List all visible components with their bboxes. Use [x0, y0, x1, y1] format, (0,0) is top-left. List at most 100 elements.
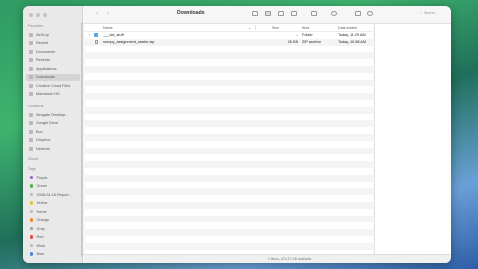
search-icon: ⌕: [420, 11, 423, 15]
sidebar-header-locations: Locations: [28, 104, 44, 108]
forward-button[interactable]: ›: [107, 11, 109, 17]
sidebar-item[interactable]: Home: [26, 208, 80, 215]
sidebar-item-label: Applications: [36, 66, 57, 71]
sidebar-item-label: Google Drive: [36, 121, 59, 125]
sidebar-item-label: Gray: [36, 226, 45, 231]
status-text: 2 items, 474.37 GB available: [268, 257, 312, 261]
sidebar-item[interactable]: Seagate Desktop...: [26, 111, 80, 118]
sidebar-item[interactable]: Orange: [26, 217, 80, 224]
empty-row: [85, 209, 373, 216]
drive-icon: [29, 121, 33, 125]
empty-row: [85, 182, 373, 189]
back-button[interactable]: ‹: [96, 11, 98, 17]
sidebar-item[interactable]: Recents: [26, 57, 80, 64]
empty-row: [85, 106, 373, 114]
sidebar-item-label: Seagate Desktop...: [36, 112, 69, 117]
column-divider: [255, 25, 256, 30]
sidebar-item[interactable]: Gray: [26, 225, 80, 232]
tag-dot-icon: [29, 201, 33, 205]
file-row[interactable]: numpy_assignment_starter.zip 26 KB ZIP arc…: [85, 38, 373, 46]
minimize-window-button[interactable]: [36, 13, 40, 17]
empty-row: [85, 215, 373, 223]
sidebar-item-label: Downloads: [36, 75, 55, 79]
empty-row: [85, 242, 373, 250]
sidebar-item-label: Recents: [36, 58, 50, 62]
sidebar-item-label: Creative Cloud Files: [36, 83, 71, 88]
search-field[interactable]: ⌕ Search: [420, 11, 435, 15]
empty-row: [85, 86, 373, 93]
file-date-added: Today, 10:38 AM: [338, 39, 367, 44]
status-bar: 2 items, 474.37 GB available: [84, 254, 451, 263]
sidebar-item[interactable]: Documents: [26, 48, 80, 55]
sidebar-item-label: Recent: [36, 41, 49, 45]
sort-chevron-icon[interactable]: ⌄: [248, 26, 251, 30]
icon-view-icon[interactable]: [252, 11, 258, 16]
sidebar-item[interactable]: Creative Cloud Files: [26, 82, 80, 89]
window-title: Downloads: [177, 10, 205, 16]
sidebar-item[interactable]: Blue: [26, 251, 80, 258]
clock-icon: [29, 41, 33, 45]
sidebar-item[interactable]: Dropbox: [26, 137, 80, 144]
sidebar-item[interactable]: AirDrop: [26, 31, 80, 38]
group-by-icon[interactable]: [311, 11, 317, 16]
empty-row: [85, 147, 373, 155]
file-size: 26 KB: [287, 39, 298, 44]
action-menu-icon[interactable]: [331, 11, 337, 16]
empty-row: [85, 120, 373, 128]
sidebar-item[interactable]: Yellow: [26, 200, 80, 207]
list-view-icon[interactable]: [265, 11, 271, 16]
tag-dot-icon: [29, 235, 33, 239]
clock-icon: [29, 58, 33, 62]
file-name: ___old_stuff: [103, 33, 124, 38]
sidebar-item-label: Box: [36, 129, 43, 134]
sidebar-item[interactable]: Google Drive: [26, 120, 80, 127]
empty-row: [85, 174, 373, 182]
file-row[interactable]: › ___old_stuff -- Folder Today, 11:29 AM: [85, 32, 373, 39]
sidebar-scrollbar[interactable]: [81, 22, 83, 257]
tag-dot-icon: [29, 226, 33, 231]
sidebar-item[interactable]: 2008-04-18-Report...: [26, 191, 80, 198]
disclosure-triangle-icon[interactable]: ›: [89, 33, 90, 37]
column-kind-header[interactable]: Kind: [302, 26, 309, 30]
file-kind: Folder: [302, 33, 313, 38]
sidebar-item[interactable]: Box: [26, 128, 80, 135]
sidebar-item[interactable]: Green: [26, 183, 80, 190]
sidebar-item[interactable]: Red: [26, 234, 80, 241]
sidebar-item[interactable]: Purple: [26, 174, 80, 181]
file-name: numpy_assignment_starter.zip: [103, 39, 155, 44]
column-date-header[interactable]: Date Added: [338, 26, 357, 30]
sidebar-item[interactable]: Work: [26, 242, 80, 249]
file-date-added: Today, 11:29 AM: [338, 33, 366, 38]
download-icon: [29, 75, 33, 79]
sidebar-item[interactable]: Network: [26, 145, 80, 152]
sidebar-header-tags: Tags: [28, 167, 36, 171]
empty-row: [85, 46, 373, 53]
empty-row: [85, 59, 373, 66]
file-size: --: [295, 33, 298, 38]
column-view-icon[interactable]: [278, 11, 284, 16]
empty-row: [85, 79, 373, 87]
column-size-header[interactable]: Size: [272, 26, 279, 30]
empty-row: [85, 100, 373, 107]
empty-row: [85, 202, 373, 209]
sidebar-item[interactable]: Macintosh HD: [26, 91, 80, 98]
finder-window: Favorites Locations iCloud Tags AirDrop R…: [23, 6, 451, 263]
share-icon[interactable]: [355, 11, 361, 16]
gallery-view-icon[interactable]: [291, 11, 297, 16]
sidebar-item[interactable]: Recent: [26, 40, 80, 47]
file-list: Name ⌄ Size Kind Date Added › ___old_stuf…: [85, 24, 373, 255]
column-name-header[interactable]: Name: [103, 26, 113, 30]
close-window-button[interactable]: [29, 13, 33, 17]
zoom-window-button[interactable]: [43, 13, 47, 17]
sidebar-item-label: Orange: [36, 218, 50, 222]
box-icon: [29, 129, 33, 134]
disk-icon: [29, 112, 33, 117]
tag-dot-icon: [29, 218, 33, 222]
empty-row: [85, 236, 373, 243]
sidebar-item[interactable]: Downloads: [26, 73, 80, 81]
sidebar-item[interactable]: Applications: [26, 65, 80, 72]
tag-icon[interactable]: [367, 11, 373, 16]
empty-row: [85, 93, 373, 100]
sidebar-item-label: Documents: [36, 49, 56, 54]
empty-row: [85, 114, 373, 121]
